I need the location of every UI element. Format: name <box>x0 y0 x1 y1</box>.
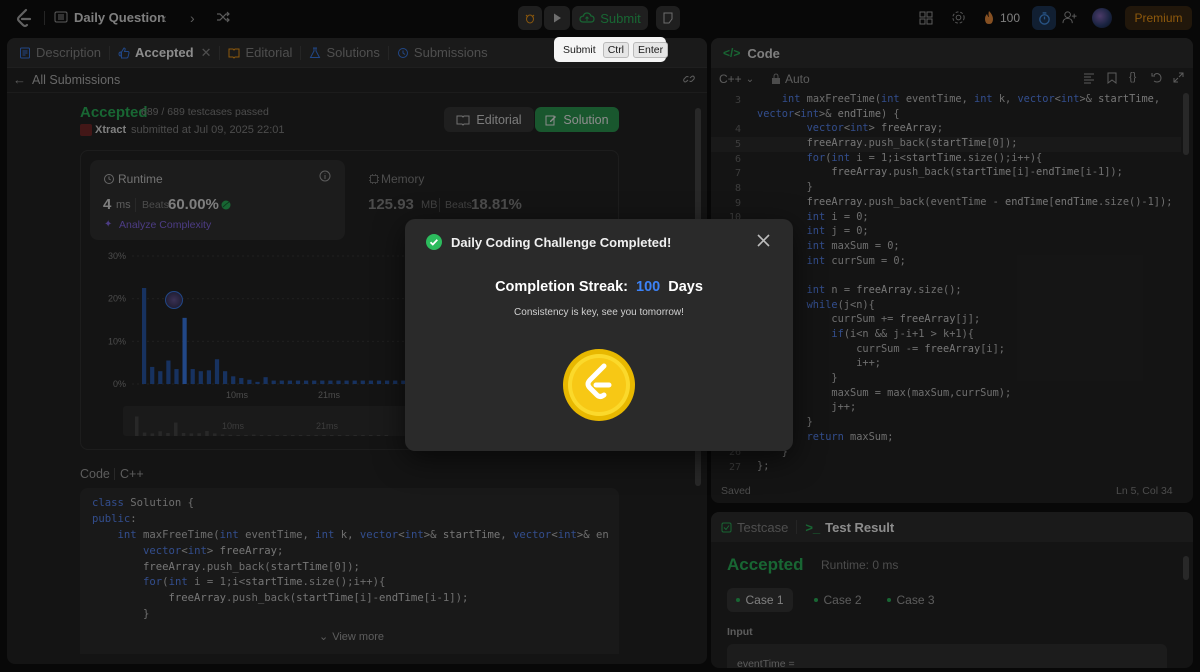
submit-shortcut-tooltip: Submit Ctrl Enter <box>554 37 669 62</box>
tooltip-label: Submit <box>563 43 596 56</box>
modal-title: Daily Coding Challenge Completed! <box>451 235 672 250</box>
challenge-completed-modal: Daily Coding Challenge Completed! Comple… <box>405 219 793 451</box>
streak-unit: Days <box>668 279 703 295</box>
streak-value: 100 <box>636 279 661 295</box>
keycap-ctrl: Ctrl <box>602 41 630 58</box>
streak-line: Completion Streak: 100 Days <box>405 279 793 295</box>
close-modal-icon[interactable] <box>756 233 771 248</box>
gold-coin-icon <box>562 348 636 422</box>
check-circle-icon <box>426 234 442 250</box>
keycap-enter: Enter <box>633 41 669 58</box>
modal-message: Consistency is key, see you tomorrow! <box>514 307 684 318</box>
streak-label: Completion Streak: <box>495 279 628 295</box>
